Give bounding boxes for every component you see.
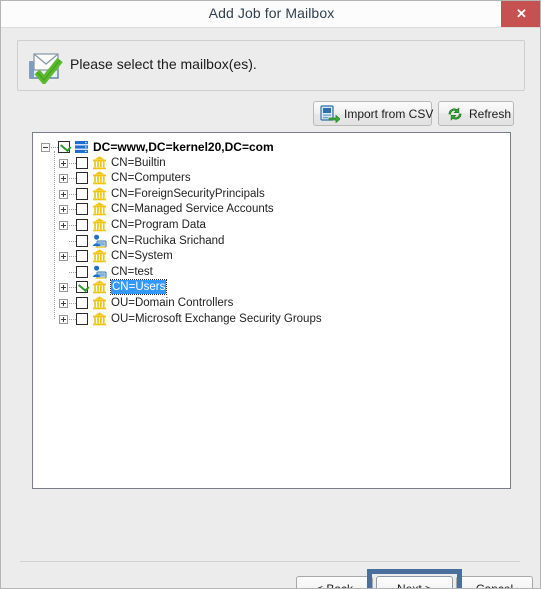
node-label: CN=ForeignSecurityPrincipals xyxy=(111,187,265,200)
container-icon xyxy=(92,202,107,216)
close-button[interactable]: ✕ xyxy=(501,1,540,27)
node-checkbox[interactable] xyxy=(76,265,88,278)
mailbox-tree[interactable]: DC=www,DC=kernel20,DC=com CN=Builtin CN=Co… xyxy=(32,132,511,489)
node-checkbox[interactable] xyxy=(76,172,88,185)
tree-connector xyxy=(69,240,76,243)
node-label: DC=www,DC=kernel20,DC=com xyxy=(93,140,274,154)
expand-icon[interactable] xyxy=(59,174,68,184)
expand-icon[interactable] xyxy=(59,189,68,199)
dialog-window: Add Job for Mailbox ✕ Please select the … xyxy=(0,0,541,589)
tree-connector xyxy=(69,209,76,211)
expand-icon[interactable] xyxy=(59,221,68,230)
cancel-button[interactable]: Cancel xyxy=(456,576,533,589)
container-icon xyxy=(92,218,107,232)
user-account-icon xyxy=(92,234,107,248)
next-button-label: Next > xyxy=(396,582,433,589)
node-label: CN=Program Data xyxy=(111,219,206,231)
node-label: CN=System xyxy=(111,250,173,263)
node-label: CN=Managed Service Accounts xyxy=(111,203,274,216)
tree-connector xyxy=(54,150,56,319)
import-csv-icon xyxy=(320,105,341,124)
container-icon xyxy=(92,311,107,326)
node-label: CN=Users xyxy=(109,279,168,296)
tree-connector xyxy=(69,271,76,274)
tree-connector xyxy=(69,178,76,180)
tree-connector xyxy=(69,162,76,165)
title-bar: Add Job for Mailbox ✕ xyxy=(1,1,540,28)
tree-connector xyxy=(69,287,76,289)
user-account-icon xyxy=(92,265,107,279)
tree-connector xyxy=(69,303,76,305)
container-icon xyxy=(92,280,107,294)
node-label: CN=Computers xyxy=(111,172,191,185)
expand-icon[interactable] xyxy=(59,299,68,308)
tree-connector xyxy=(69,318,76,321)
collapse-icon[interactable] xyxy=(41,143,50,152)
tree-content: DC=www,DC=kernel20,DC=com CN=Builtin CN=Co… xyxy=(33,133,510,488)
close-icon: ✕ xyxy=(516,6,527,21)
tree-connector xyxy=(51,147,58,149)
window-title: Add Job for Mailbox xyxy=(208,5,335,21)
expand-icon[interactable] xyxy=(59,205,68,215)
instruction-text: Please select the mailbox(es). xyxy=(70,56,257,72)
cancel-button-label: Cancel xyxy=(475,582,514,589)
node-checkbox[interactable] xyxy=(76,234,88,247)
node-checkbox[interactable] xyxy=(76,156,88,169)
next-button[interactable]: Next > xyxy=(376,576,453,589)
node-label: OU=Domain Controllers xyxy=(111,297,234,309)
container-icon xyxy=(92,249,107,263)
container-icon xyxy=(92,155,107,170)
tree-connector xyxy=(69,225,76,227)
expand-icon[interactable] xyxy=(59,283,68,293)
expand-icon[interactable] xyxy=(59,158,68,168)
expand-icon[interactable] xyxy=(59,314,68,324)
mailbox-with-check-icon xyxy=(27,48,65,86)
import-from-csv-button[interactable]: Import from CSV xyxy=(313,101,434,126)
client-area: Please select the mailbox(es). Import fr… xyxy=(1,28,540,588)
container-icon xyxy=(92,171,107,185)
footer-divider xyxy=(20,561,520,562)
refresh-icon xyxy=(445,105,465,123)
node-checkbox[interactable] xyxy=(76,312,88,325)
import-from-csv-label: Import from CSV xyxy=(344,107,434,121)
container-icon xyxy=(92,187,107,201)
node-checkbox[interactable] xyxy=(76,250,88,263)
node-label: CN=Ruchika Srichand xyxy=(111,234,225,247)
container-icon xyxy=(92,296,107,310)
back-button[interactable]: < Back xyxy=(296,576,373,589)
instruction-panel: Please select the mailbox(es). xyxy=(17,40,525,91)
node-checkbox[interactable] xyxy=(76,219,88,231)
node-checkbox[interactable] xyxy=(76,187,88,200)
back-button-label: < Back xyxy=(315,582,354,589)
refresh-label: Refresh xyxy=(469,107,512,121)
refresh-button[interactable]: Refresh xyxy=(438,101,514,126)
tree-connector xyxy=(69,256,76,258)
node-label: OU=Microsoft Exchange Security Groups xyxy=(111,312,322,325)
node-checkbox[interactable] xyxy=(76,203,88,216)
node-checkbox[interactable] xyxy=(58,141,70,153)
node-label: CN=test xyxy=(111,265,153,278)
tree-connector xyxy=(69,193,76,196)
node-checkbox[interactable] xyxy=(76,281,88,294)
domain-server-icon xyxy=(74,140,89,154)
node-label: CN=Builtin xyxy=(111,156,166,169)
expand-icon[interactable] xyxy=(59,252,68,262)
node-checkbox[interactable] xyxy=(76,297,88,309)
